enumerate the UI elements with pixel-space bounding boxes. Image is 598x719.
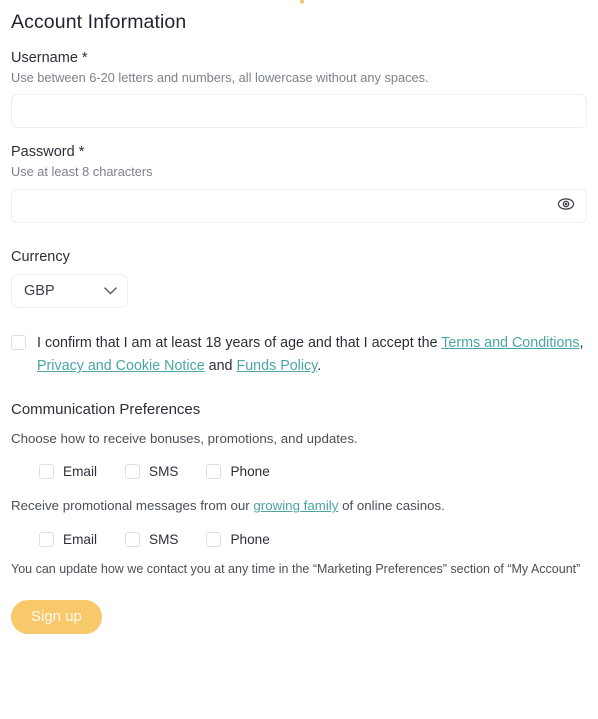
primary-phone-checkbox[interactable]	[206, 464, 222, 480]
communication-preferences-title: Communication Preferences	[11, 400, 201, 418]
page-title: Account Information	[11, 11, 187, 33]
secondary-channel-sms[interactable]: SMS	[125, 531, 179, 547]
secondary-email-label: Email	[63, 531, 97, 547]
promo-text-before: Receive promotional messages from our	[11, 498, 254, 514]
password-label-text: Password	[11, 144, 75, 161]
eye-icon	[557, 195, 575, 216]
secondary-sms-checkbox[interactable]	[125, 531, 140, 547]
password-label: Password *	[11, 144, 587, 160]
primary-email-checkbox[interactable]	[39, 464, 54, 480]
secondary-channel-checkbox-row: Email SMS Phone	[11, 531, 587, 547]
secondary-channel-email[interactable]: Email	[39, 531, 97, 547]
primary-channel-email[interactable]: Email	[39, 464, 97, 480]
password-input-wrapper	[11, 188, 587, 223]
username-label-text: Username	[11, 50, 78, 66]
consent-text-after: .	[317, 358, 322, 375]
secondary-phone-label: Phone	[230, 531, 270, 547]
secondary-channel-phone[interactable]: Phone	[206, 531, 270, 547]
primary-channel-phone[interactable]: Phone	[206, 464, 270, 480]
consent-text-before: I confirm that I am at least 18 years of…	[37, 334, 442, 351]
age-terms-checkbox[interactable]	[11, 334, 26, 350]
promo-text-after: of online casinos.	[338, 498, 445, 514]
currency-field-group: Currency GBP	[11, 249, 587, 308]
password-visibility-toggle[interactable]	[555, 195, 577, 217]
primary-sms-label: SMS	[149, 464, 179, 480]
primary-phone-label: Phone	[230, 464, 270, 480]
secondary-phone-checkbox[interactable]	[206, 531, 222, 547]
username-input[interactable]	[11, 94, 587, 129]
funds-policy-link[interactable]: Funds Policy	[236, 358, 317, 374]
password-required-marker: *	[78, 144, 85, 161]
username-label: Username *	[11, 50, 587, 66]
password-hint: Use at least 8 characters	[11, 164, 153, 180]
currency-select-wrapper: GBP	[11, 273, 128, 308]
password-field-group: Password * Use at least 8 characters	[11, 144, 587, 223]
consent-sep-1: ,	[579, 334, 584, 351]
username-required-marker: *	[81, 50, 88, 66]
signup-form: Account Information Username * Use betwe…	[0, 0, 598, 635]
primary-email-label: Email	[63, 464, 97, 480]
currency-label: Currency	[11, 248, 70, 265]
terms-and-conditions-link[interactable]: Terms and Conditions	[441, 335, 579, 351]
password-input[interactable]	[11, 188, 587, 223]
username-hint: Use between 6-20 letters and numbers, al…	[11, 70, 429, 85]
signup-button[interactable]: Sign up	[11, 600, 102, 635]
primary-channel-checkbox-row: Email SMS Phone	[11, 464, 587, 480]
currency-select[interactable]: GBP	[11, 273, 128, 308]
secondary-email-checkbox[interactable]	[39, 531, 54, 547]
primary-channel-sms[interactable]: SMS	[125, 464, 179, 480]
age-terms-text: I confirm that I am at least 18 years of…	[37, 332, 587, 379]
username-field-group: Username * Use between 6-20 letters and …	[11, 50, 587, 129]
privacy-cookie-notice-link[interactable]: Privacy and Cookie Notice	[37, 358, 205, 374]
communication-intro-text: Choose how to receive bonuses, promotion…	[11, 430, 358, 446]
consent-sep-2: and	[204, 358, 237, 375]
age-terms-consent-row[interactable]: I confirm that I am at least 18 years of…	[11, 332, 587, 379]
secondary-sms-label: SMS	[149, 531, 179, 547]
primary-sms-checkbox[interactable]	[125, 464, 140, 480]
communication-preferences-section: Communication Preferences Choose how to …	[11, 401, 587, 579]
marketing-preferences-footnote: You can update how we contact you at any…	[11, 561, 581, 576]
growing-family-link[interactable]: growing family	[253, 498, 338, 513]
promotional-messages-text: Receive promotional messages from our gr…	[11, 497, 587, 516]
